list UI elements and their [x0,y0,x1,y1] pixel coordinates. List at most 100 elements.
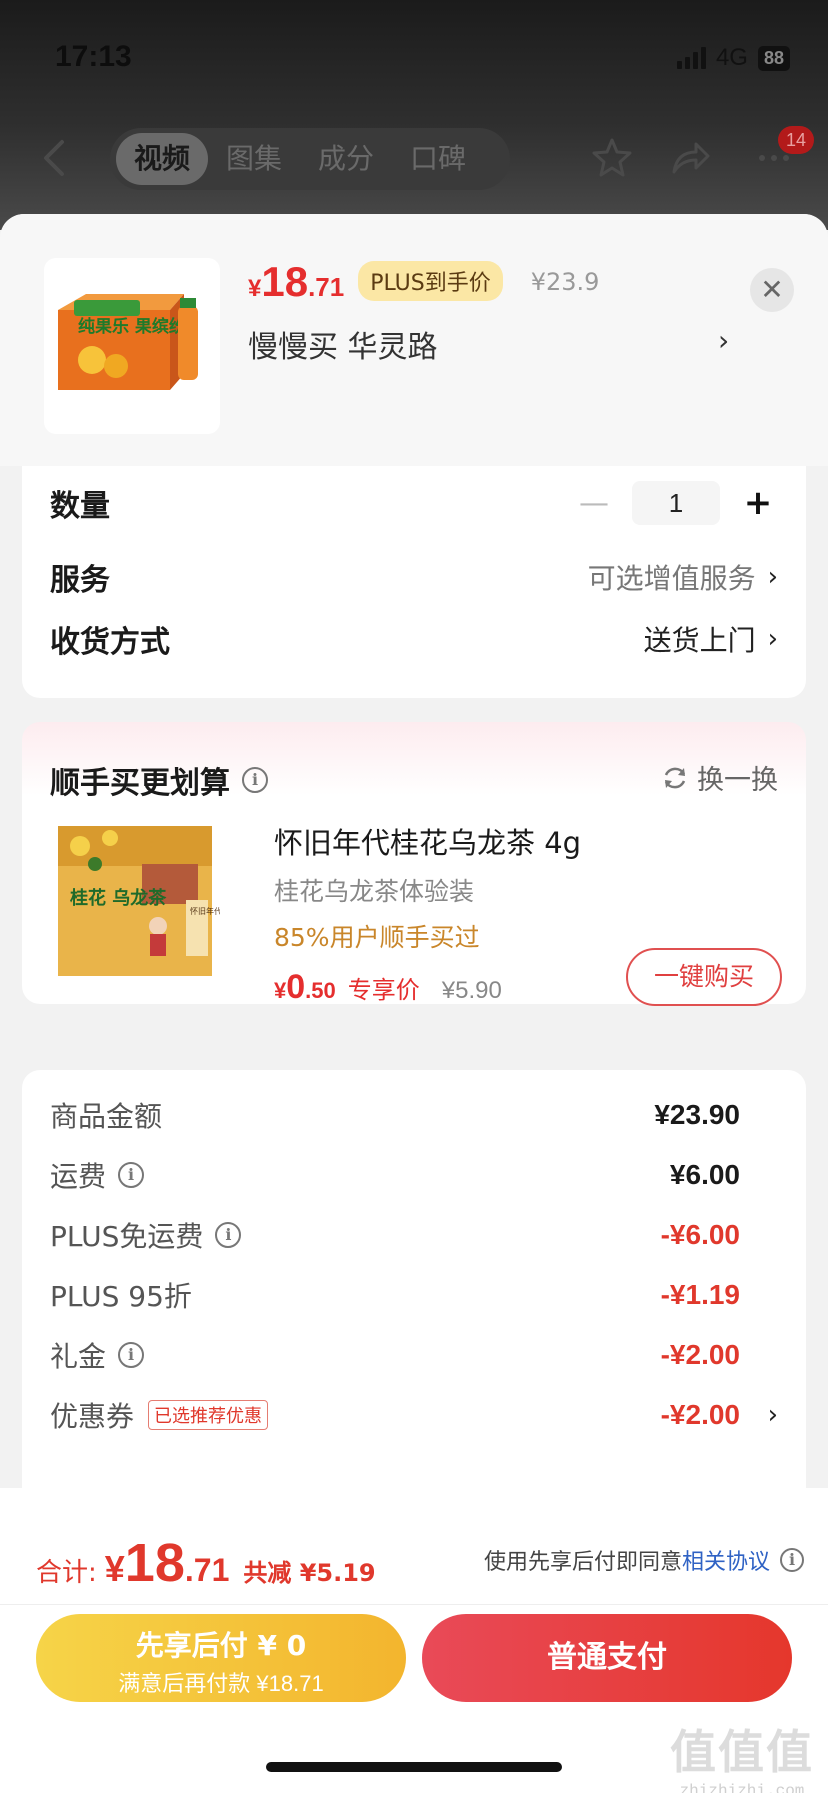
total-int: 18 [124,1533,185,1593]
info-icon[interactable]: i [118,1342,145,1368]
agreement-text: 使用先享后付即同意 [483,1550,682,1575]
product-price: ¥18.71 [248,258,345,305]
pay-later-sublabel: 满意后再付款 ¥18.71 [118,1671,324,1696]
star-icon[interactable] [590,136,634,180]
decrease-button[interactable]: — [574,486,614,521]
notification-badge: 14 [778,126,814,154]
addon-bought-rate: 85%用户顺手买过 [274,923,480,952]
agreement-notice: 使用先享后付即同意 相关协议 i [484,1544,804,1576]
fee-label: PLUS 95折 [50,1280,192,1313]
home-indicator[interactable] [266,1762,562,1772]
fee-breakdown-card: 商品金额 ¥23.90 运费 i ¥6.00 PLUS免运费 i -¥6.00 PL… [22,1070,806,1510]
original-price: ¥23.9 [530,268,600,296]
watermark-url: zhizhizhi.com [679,1782,805,1793]
options-card: 数量 — 1 + 服务 可选增值服务 › 收货方式 送货上门 › [22,466,806,698]
divider [0,1604,828,1605]
pay-now-button[interactable]: 普通支付 [422,1614,792,1702]
fee-label: 商品金额 [50,1100,163,1133]
fee-label: 优惠券 [50,1400,135,1433]
fee-value: -¥6.00 [660,1219,740,1250]
total-saved: 共减 ¥5.19 [243,1559,376,1587]
selected-coupon-tag: 已选推荐优惠 [148,1400,269,1430]
total-currency: ¥ [104,1548,125,1589]
delivery-value: 送货上门 [643,624,756,657]
quantity-input[interactable]: 1 [632,481,720,525]
fee-row: 商品金额 ¥23.90 [50,1090,778,1140]
status-bar: 17:13 4G 88 [0,40,828,80]
order-total: 合计: ¥ 18 .71 共减 ¥5.19 [36,1532,376,1594]
product-nav-bar: 视频 图集 成分 口碑 14 [0,126,828,190]
addon-price-int: 0 [286,968,306,1006]
addon-card: 顺手买更划算 i 换一换 桂花 乌龙茶 怀旧年代 怀旧年代桂花乌龙茶 4g 桂花… [22,722,806,1007]
watermark-logo: 值值值 [670,1725,814,1779]
swap-label: 换一换 [697,765,778,796]
juice-box-image: 纯果乐 果缤纷 [58,294,198,390]
addon-product-name[interactable]: 怀旧年代桂花乌龙茶 4g [274,820,581,862]
addon-price-currency: ¥ [274,978,287,1003]
product-thumbnail[interactable]: 纯果乐 果缤纷 [44,258,220,434]
signal-icon [676,47,706,69]
product-price-row: ¥18.71 PLUS到手价 ¥23.9 [248,258,599,307]
swap-button[interactable]: 换一换 [661,758,778,797]
addon-price-row: ¥ 0 .50 专享价 ¥5.90 [274,968,502,1007]
service-row[interactable]: 服务 可选增值服务 › [50,552,778,602]
tab-video[interactable]: 视频 [116,133,209,185]
close-button[interactable]: ✕ [750,268,794,312]
service-label: 服务 [50,563,110,598]
chevron-right-icon: › [767,1400,778,1430]
media-tabs: 视频 图集 成分 口碑 [110,128,510,190]
plus-price-tag: PLUS到手价 [358,261,503,301]
network-type: 4G [715,44,748,71]
pay-later-button[interactable]: 先享后付 ¥ 0 满意后再付款 ¥18.71 [36,1614,406,1702]
tea-package-image: 桂花 乌龙茶 怀旧年代 [58,826,220,976]
fee-label: 礼金 [50,1340,107,1373]
fee-value: ¥6.00 [669,1159,740,1190]
fee-row: PLUS免运费 i -¥6.00 [50,1210,778,1260]
share-icon[interactable] [668,136,712,180]
delivery-label: 收货方式 [50,625,170,660]
quantity-row: 数量 — 1 + [50,478,778,528]
store-name[interactable]: 慢慢买 华灵路 [248,322,438,366]
product-image-label: 纯果乐 果缤纷 [78,316,187,337]
exclusive-price-label: 专享价 [347,976,420,1004]
addon-old-price: ¥5.90 [441,977,502,1004]
coupon-row[interactable]: 优惠券 已选推荐优惠 -¥2.00 › [50,1390,778,1440]
addon-title-text: 顺手买更划算 [50,766,230,801]
fee-row: 礼金 i -¥2.00 [50,1330,778,1380]
watermark: 值值值 zhizhizhi.com [670,1716,814,1793]
addon-title: 顺手买更划算 i [50,758,268,802]
fee-value: ¥23.90 [654,1099,740,1130]
back-arrow-icon[interactable] [38,138,72,178]
fee-value: -¥2.00 [660,1399,740,1430]
tab-reviews[interactable]: 口碑 [392,133,484,185]
fee-row: 运费 i ¥6.00 [50,1150,778,1200]
chevron-right-icon: › [767,562,778,592]
fee-row: PLUS 95折 -¥1.19 [50,1270,778,1320]
tea-thumbnail[interactable]: 桂花 乌龙茶 怀旧年代 [50,816,220,986]
pay-later-label: 先享后付 ¥ 0 [135,1629,307,1662]
tab-gallery[interactable]: 图集 [208,133,300,185]
fee-label: PLUS免运费 [50,1220,204,1253]
chevron-right-icon[interactable]: › [718,324,729,357]
agreement-link[interactable]: 相关协议 [682,1544,770,1576]
tab-ingredients[interactable]: 成分 [300,133,392,185]
delivery-row[interactable]: 收货方式 送货上门 › [50,614,778,664]
info-icon[interactable]: i [118,1162,145,1188]
fee-value: -¥2.00 [660,1339,740,1370]
addon-product-subtitle: 桂花乌龙茶体验装 [274,877,475,906]
battery-icon: 88 [757,45,790,71]
increase-button[interactable]: + [738,483,778,523]
fee-label: 运费 [50,1160,107,1193]
info-icon[interactable]: i [215,1222,242,1248]
tea-image-side-label: 怀旧年代 [190,906,220,916]
total-label: 合计: [36,1558,97,1588]
total-dec: .71 [184,1552,230,1588]
addon-price-dec: .50 [305,978,336,1003]
chevron-right-icon: › [767,624,778,654]
service-value: 可选增值服务 [587,562,756,595]
info-icon[interactable]: i [780,1548,804,1572]
one-click-buy-button[interactable]: 一键购买 [626,948,782,1006]
info-icon[interactable]: i [242,767,268,793]
dimmed-background [0,0,828,230]
quantity-label: 数量 [50,489,110,524]
